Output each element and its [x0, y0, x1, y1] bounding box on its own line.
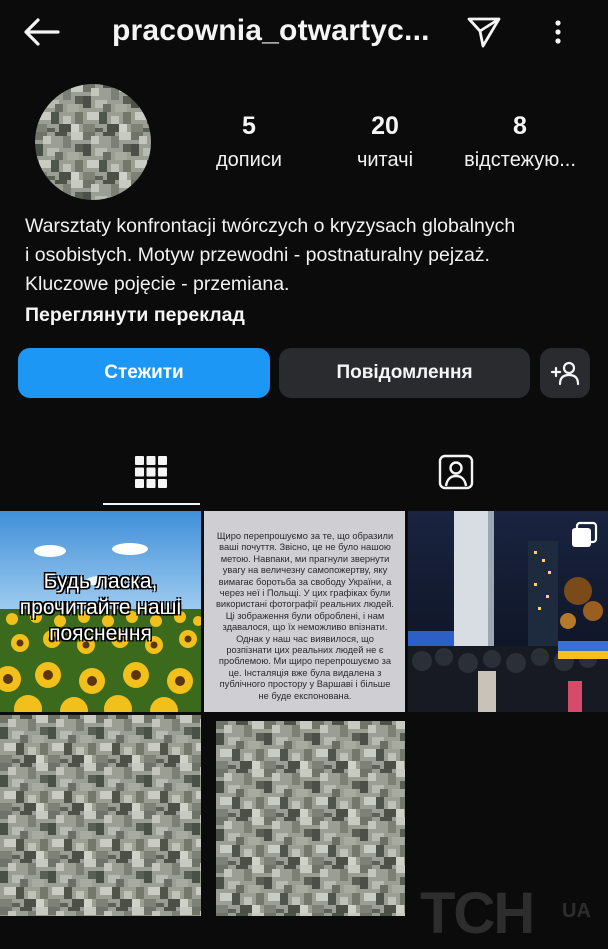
camouflage-pattern-image [0, 715, 201, 916]
arrow-left-icon [24, 18, 60, 46]
more-options-button[interactable] [548, 14, 568, 50]
active-tab-indicator [103, 503, 200, 505]
send-message-button[interactable] [466, 14, 502, 50]
bio-line-1: Warsztaty konfrontacji twórczych o kryzy… [25, 215, 516, 237]
tagged-person-icon [438, 454, 474, 490]
stat-following-count: 8 [513, 112, 527, 140]
stat-followers[interactable]: 20 читачі [315, 112, 455, 172]
stat-following-label: відстежую... [464, 149, 576, 171]
post-tile-2[interactable]: Щиро перепрошуємо за те, що образили ваш… [204, 511, 405, 712]
stat-posts-count: 5 [242, 112, 256, 140]
stat-posts-label: дописи [216, 149, 282, 171]
profile-username: pracownia_otwartyc... [112, 14, 430, 47]
back-button[interactable] [22, 14, 62, 50]
tab-posts-grid[interactable] [100, 440, 202, 504]
post-tile-4[interactable] [0, 715, 201, 916]
paper-plane-icon [467, 17, 501, 48]
tab-tagged[interactable] [405, 440, 507, 504]
post-tile-5[interactable] [204, 715, 405, 916]
post-1-caption: Будь ласка, прочитайте наші пояснення [19, 570, 182, 645]
avatar-image [35, 84, 151, 200]
tsn-watermark-logo: TCH [420, 881, 535, 946]
carousel-icon [572, 521, 598, 547]
add-person-icon [550, 361, 580, 386]
bio-line-2: i osobistych. Motyw przewodni - postnatu… [25, 244, 490, 266]
post-2-apology-text: Щиро перепрошуємо за те, що образили ваш… [215, 531, 395, 701]
profile-avatar[interactable] [35, 84, 151, 200]
camouflage-pattern-image [216, 721, 405, 916]
stat-posts[interactable]: 5 дописи [179, 112, 319, 172]
post-tile-1[interactable]: Будь ласка, прочитайте наші пояснення [0, 511, 201, 712]
profile-bio: Warsztaty konfrontacji twórczych o kryzy… [25, 212, 595, 299]
tsn-watermark-suffix: UA [562, 900, 591, 922]
grid-icon [135, 456, 167, 488]
stat-following[interactable]: 8 відстежую... [450, 112, 590, 172]
follow-button[interactable]: Стежити [18, 348, 270, 398]
post-tile-3[interactable] [408, 511, 608, 712]
suggested-users-button[interactable] [540, 348, 590, 398]
stat-followers-count: 20 [371, 112, 399, 140]
see-translation-link[interactable]: Переглянути переклад [25, 304, 245, 327]
more-vertical-icon [555, 20, 561, 44]
message-button[interactable]: Повідомлення [279, 348, 530, 398]
stat-followers-label: читачі [356, 149, 414, 171]
bio-line-3: Kluczowe pojęcie - przemiana. [25, 273, 290, 295]
